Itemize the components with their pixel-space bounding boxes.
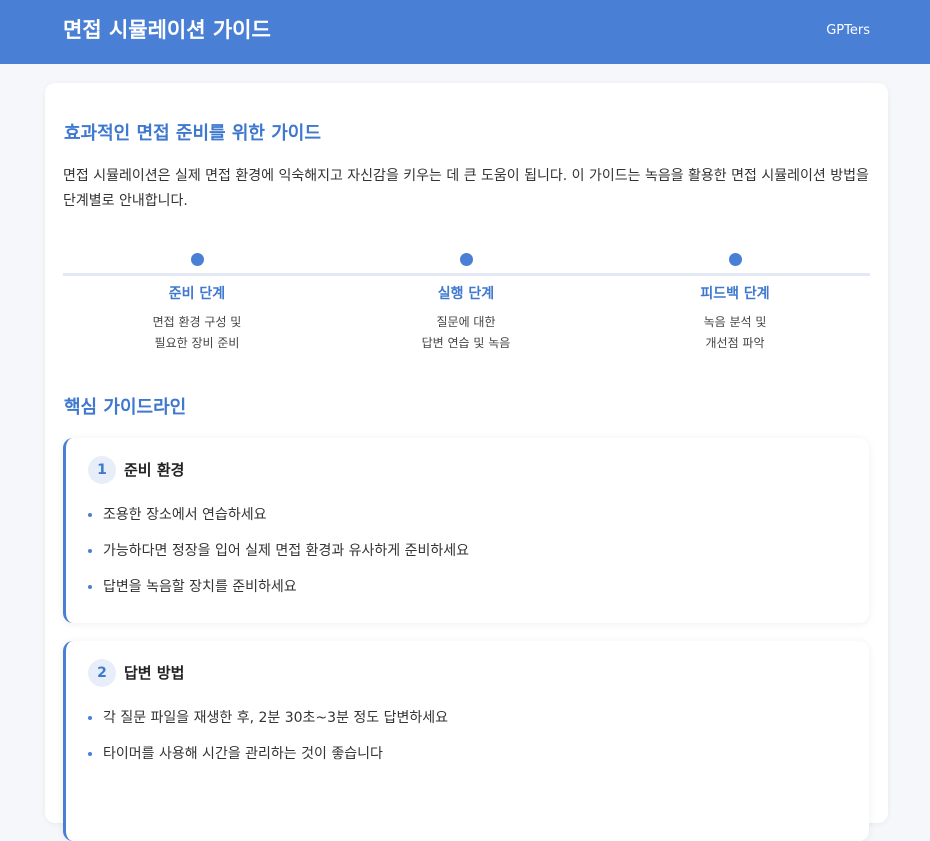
page-title: 면접 시뮬레이션 가이드 (63, 18, 271, 42)
guide-number-badge: 2 (88, 659, 116, 687)
timeline-step-execute: 실행 단계 질문에 대한 답변 연습 및 녹음 (366, 250, 566, 354)
list-item-text: 답변을 녹음할 장치를 준비하세요 (103, 579, 297, 595)
timeline-step-label: 피드백 단계 (700, 286, 770, 302)
guide-list: 각 질문 파일을 재생한 후, 2분 30초~3분 정도 답변하세요 타이머를 … (86, 707, 448, 779)
timeline-desc-line: 면접 환경 구성 및 (152, 315, 242, 329)
timeline-dot (190, 253, 204, 266)
timeline-desc-line: 녹음 분석 및 (703, 315, 767, 329)
guide-title: 답변 방법 (124, 664, 185, 682)
guide-title: 준비 환경 (124, 461, 185, 479)
timeline-step-label: 실행 단계 (437, 286, 495, 302)
guide-number-badge: 1 (88, 456, 116, 484)
timeline-step-desc: 녹음 분석 및 개선점 파악 (635, 312, 835, 354)
list-item: 각 질문 파일을 재생한 후, 2분 30초~3분 정도 답변하세요 (86, 707, 448, 743)
top-header-bar: 면접 시뮬레이션 가이드 GPTers (0, 0, 930, 64)
timeline-step-prepare: 준비 단계 면접 환경 구성 및 필요한 장비 준비 (97, 250, 297, 354)
timeline-step-desc: 질문에 대한 답변 연습 및 녹음 (366, 312, 566, 354)
list-item-text: 조용한 장소에서 연습하세요 (103, 507, 267, 523)
list-item-text: 가능하다면 정장을 입어 실제 면접 환경과 유사하게 준비하세요 (103, 543, 470, 559)
list-item: 가능하다면 정장을 입어 실제 면접 환경과 유사하게 준비하세요 (86, 540, 469, 576)
bullet-icon (88, 513, 92, 517)
timeline-dot (459, 253, 473, 266)
bullet-icon (88, 549, 92, 553)
timeline-desc-line: 답변 연습 및 녹음 (421, 336, 511, 350)
timeline-desc-line: 개선점 파악 (705, 336, 765, 350)
guide-card-environment: 1 준비 환경 조용한 장소에서 연습하세요 가능하다면 정장을 입어 실제 면… (63, 438, 869, 623)
guide-card-answer: 2 답변 방법 각 질문 파일을 재생한 후, 2분 30초~3분 정도 답변하… (63, 641, 869, 841)
brand-link[interactable]: GPTers (826, 22, 870, 40)
bullet-icon (88, 716, 92, 720)
intro-heading: 효과적인 면접 준비를 위한 가이드 (64, 123, 321, 144)
timeline-desc-line: 필요한 장비 준비 (154, 336, 240, 350)
guide-list: 조용한 장소에서 연습하세요 가능하다면 정장을 입어 실제 면접 환경과 유사… (86, 504, 469, 612)
list-item: 조용한 장소에서 연습하세요 (86, 504, 469, 540)
bullet-icon (88, 585, 92, 589)
timeline-dot (728, 253, 742, 266)
timeline-step-feedback: 피드백 단계 녹음 분석 및 개선점 파악 (635, 250, 835, 354)
list-item-text: 각 질문 파일을 재생한 후, 2분 30초~3분 정도 답변하세요 (103, 710, 449, 726)
timeline-desc-line: 질문에 대한 (436, 315, 496, 329)
core-heading: 핵심 가이드라인 (64, 397, 187, 418)
bullet-icon (88, 752, 92, 756)
timeline-step-label: 준비 단계 (168, 286, 226, 302)
intro-text: 면접 시뮬레이션은 실제 면접 환경에 익숙해지고 자신감을 키우는 데 큰 도… (63, 168, 869, 209)
timeline-step-desc: 면접 환경 구성 및 필요한 장비 준비 (97, 312, 297, 354)
list-item: 답변을 녹음할 장치를 준비하세요 (86, 576, 469, 612)
list-item-text: 타이머를 사용해 시간을 관리하는 것이 좋습니다 (103, 746, 383, 762)
